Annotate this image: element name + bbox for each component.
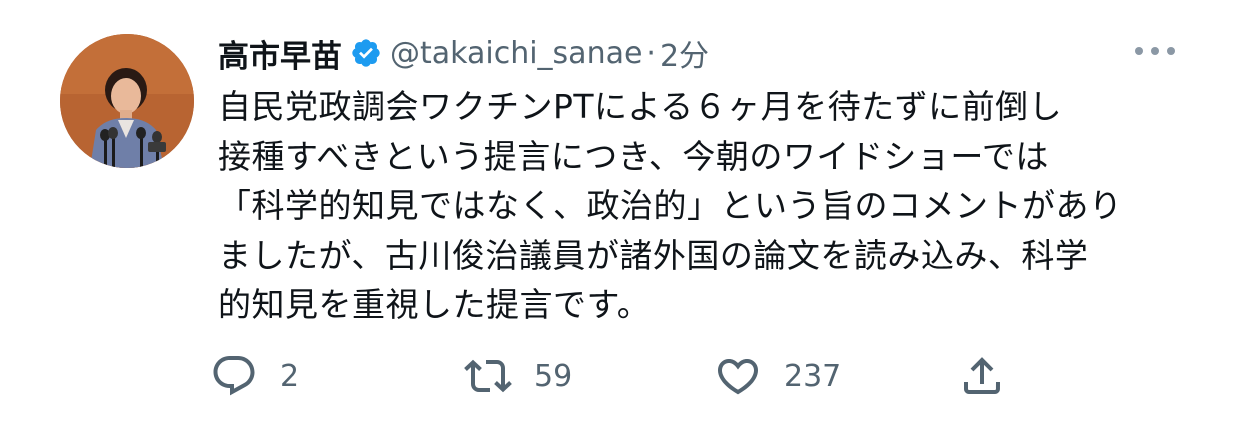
tweet-timestamp[interactable]: 2分 [660, 31, 709, 75]
share-icon [964, 357, 1000, 394]
tweet-header: 高市早苗 @takaichi_sanae · 2分 [218, 26, 709, 80]
reply-count: 2 [280, 358, 300, 394]
separator-dot: · [646, 35, 656, 71]
author-name[interactable]: 高市早苗 [218, 31, 342, 76]
tweet-text-line: 接種すべきという提言につき、今朝のワイドショーでは [218, 136, 1049, 176]
avatar-photo [60, 34, 194, 168]
retweet-icon [464, 359, 512, 393]
tweet-actions: 2 59 237 [210, 348, 1030, 404]
reply-button[interactable]: 2 [210, 348, 299, 404]
share-button[interactable] [958, 348, 1006, 404]
verified-badge-icon [350, 37, 382, 69]
reply-icon [213, 356, 255, 396]
like-button[interactable]: 237 [714, 348, 841, 404]
retweet-count: 59 [534, 358, 573, 394]
like-count: 237 [784, 358, 842, 394]
more-options-button[interactable] [1130, 36, 1180, 66]
avatar[interactable] [60, 34, 194, 168]
tweet-text-line: 自民党政調会ワクチンPTによる６ヶ月を待たずに前倒し [218, 87, 1063, 126]
tweet-text-line: ましたが、古川俊治議員が諸外国の論文を読み込み、科学 [218, 235, 1089, 275]
tweet-text-line: 的知見を重視した提言です。 [218, 285, 651, 324]
tweet-text-line: 「科学的知見ではなく、政治的」という旨のコメントがあり [218, 186, 1123, 225]
author-handle[interactable]: @takaichi_sanae [390, 36, 642, 71]
tweet-text: 自民党政調会ワクチンPTによる６ヶ月を待たずに前倒し 接種すべきという提言につき… [218, 82, 1208, 330]
retweet-button[interactable]: 59 [464, 348, 572, 404]
more-horizontal-icon [1135, 47, 1175, 55]
heart-icon [717, 359, 759, 395]
